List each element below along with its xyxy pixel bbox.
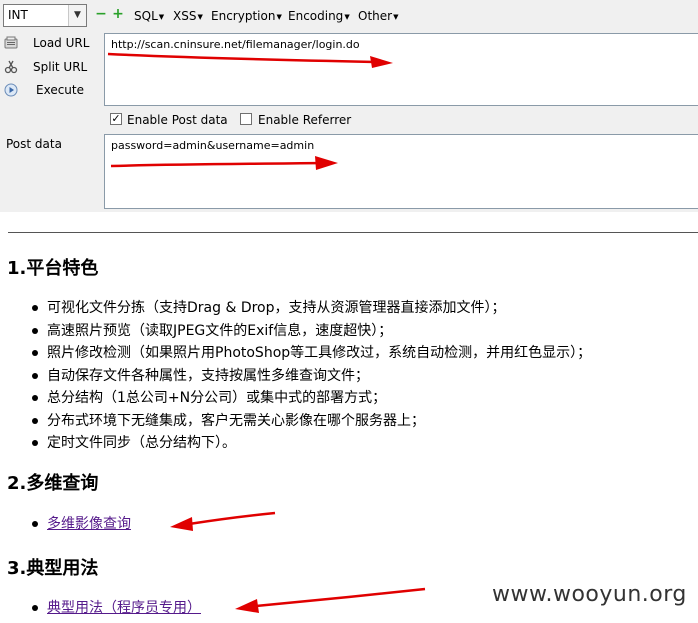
list-item: 总分结构（1总公司+N分公司）或集中式的部署方式； (27, 387, 591, 410)
typical-usage-link[interactable]: 典型用法（程序员专用） (47, 600, 201, 616)
split-url-button[interactable]: Split URL (0, 56, 100, 78)
type-select-value: INT (8, 8, 28, 22)
hackbar-toolbar: INT ▼ − + SQL▼ XSS▼ Encryption▼ Encoding… (0, 0, 698, 32)
hackbar-panel: INT ▼ − + SQL▼ XSS▼ Encryption▼ Encoding… (0, 0, 698, 212)
enable-post-checkbox[interactable]: ✓ (110, 113, 122, 125)
menu-sql[interactable]: SQL▼ (134, 8, 164, 25)
list-item: 分布式环境下无缝集成，客户无需关心影像在哪个服务器上； (27, 410, 591, 433)
chevron-down-icon[interactable]: ▼ (68, 5, 86, 26)
menu-encoding[interactable]: Encoding▼ (288, 8, 350, 25)
list-item: 定时文件同步（总分结构下）。 (27, 432, 591, 455)
annotation-arrow (110, 156, 338, 170)
annotation-arrow (170, 511, 276, 531)
post-data-value: password=admin&username=admin (111, 139, 315, 152)
list-item: 自动保存文件各种属性，支持按属性多维查询文件； (27, 365, 591, 388)
menu-encryption[interactable]: Encryption▼ (211, 8, 282, 25)
post-data-label: Post data (6, 137, 62, 151)
annotation-arrow (107, 52, 393, 68)
section-title-usage: 3.典型用法 (7, 558, 99, 579)
type-select[interactable]: INT ▼ (3, 4, 87, 27)
plus-icon[interactable]: + (112, 7, 124, 21)
play-icon (4, 83, 18, 97)
list-item: 可视化文件分拣（支持Drag & Drop，支持从资源管理器直接添加文件）； (27, 297, 591, 320)
menu-other[interactable]: Other▼ (358, 8, 398, 25)
load-url-icon (4, 36, 18, 49)
divider (8, 232, 698, 233)
enable-referrer-label: Enable Referrer (258, 113, 352, 127)
scissors-icon (4, 60, 18, 74)
list-item: 高速照片预览（读取JPEG文件的Exif信息，速度超快）； (27, 320, 591, 343)
list-item: 典型用法（程序员专用） (27, 597, 201, 619)
section-title-query: 2.多维查询 (7, 473, 99, 494)
menu-xss[interactable]: XSS▼ (173, 8, 203, 25)
enable-referrer-checkbox[interactable] (240, 113, 252, 125)
watermark: www.wooyun.org (492, 582, 687, 607)
execute-button[interactable]: Execute (0, 79, 100, 101)
enable-post-label: Enable Post data (127, 113, 228, 127)
section-title-features: 1.平台特色 (7, 258, 99, 279)
usage-list: 典型用法（程序员专用） (27, 597, 201, 619)
multi-query-link[interactable]: 多维影像查询 (47, 516, 131, 532)
minus-icon[interactable]: − (95, 7, 107, 21)
annotation-arrow (235, 587, 426, 613)
feature-list: 可视化文件分拣（支持Drag & Drop，支持从资源管理器直接添加文件）； 高… (27, 297, 591, 455)
list-item: 多维影像查询 (27, 513, 131, 535)
load-url-button[interactable]: Load URL (0, 32, 100, 54)
list-item: 照片修改检测（如果照片用PhotoShop等工具修改过，系统自动检测，并用红色显… (27, 342, 591, 365)
query-list: 多维影像查询 (27, 513, 131, 535)
